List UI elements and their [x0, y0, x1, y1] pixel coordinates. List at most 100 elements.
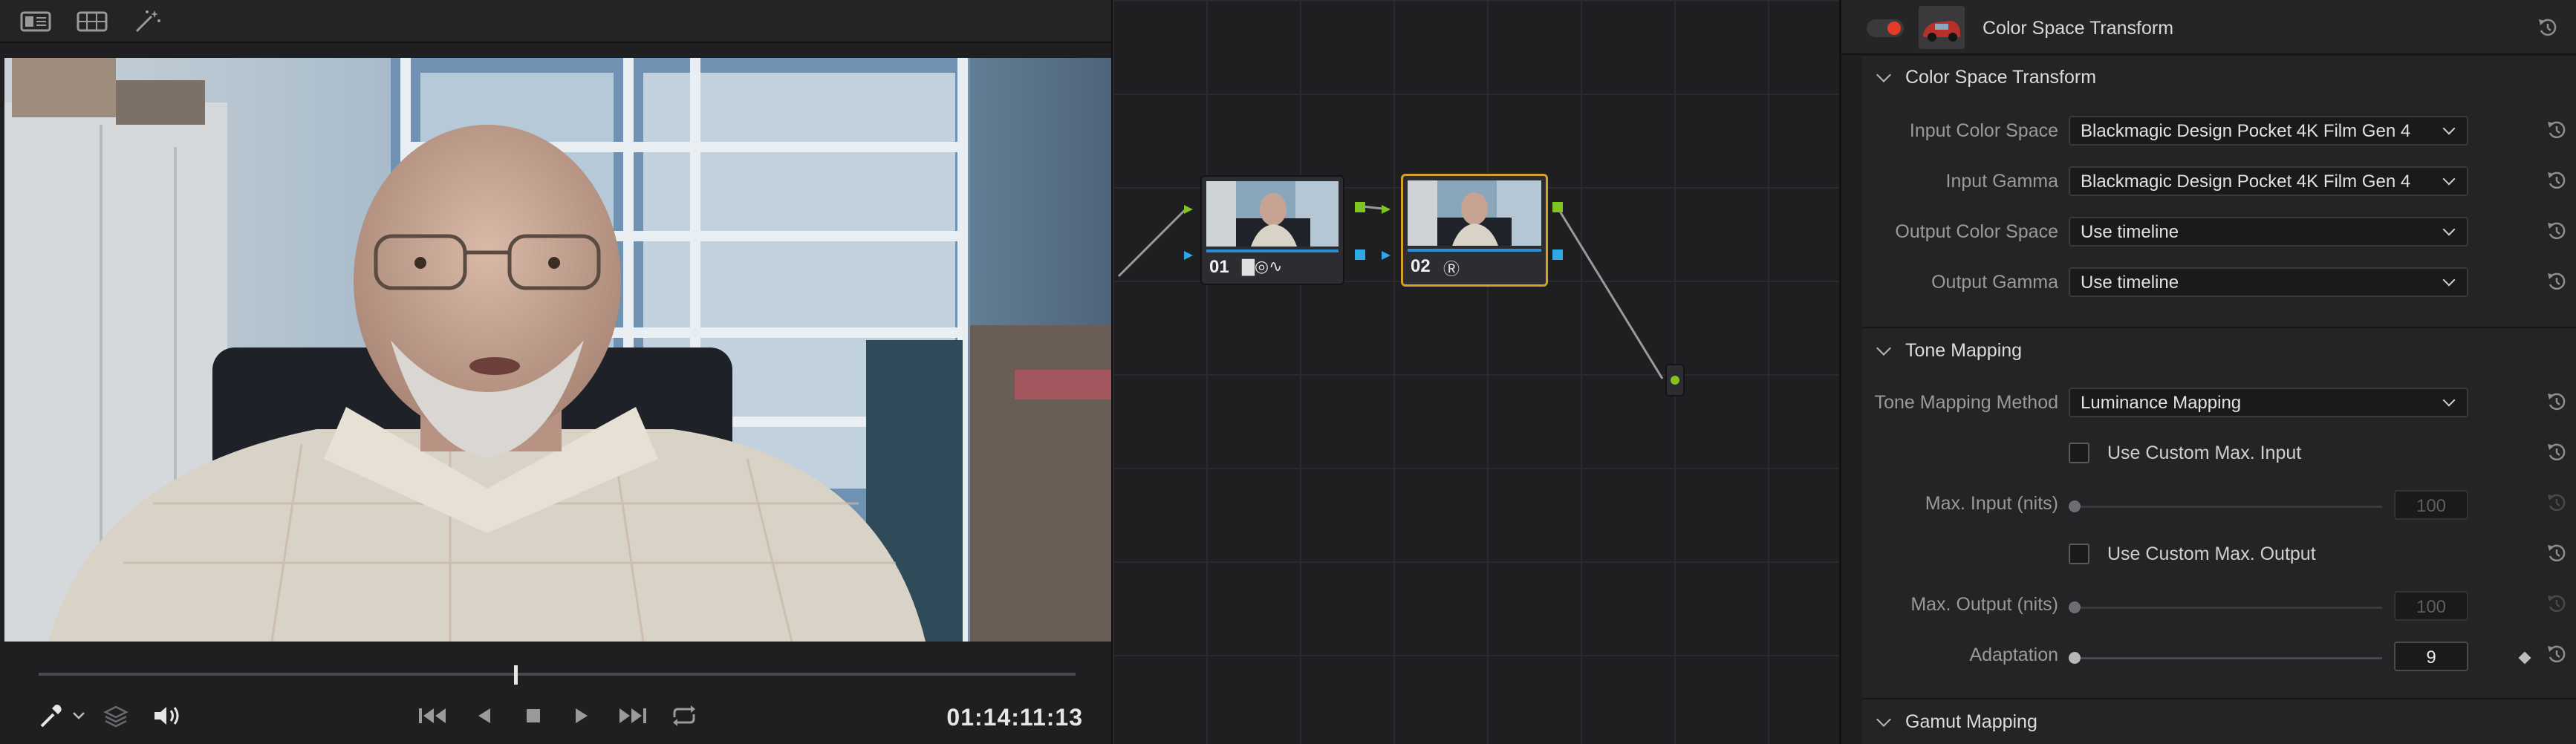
max-input-label: Max. Input (nits) — [1925, 493, 2058, 514]
reset-icon[interactable] — [2546, 542, 2568, 564]
max-output-slider-handle[interactable] — [2069, 601, 2081, 613]
step-back-icon[interactable] — [469, 698, 499, 734]
reset-icon[interactable] — [2546, 391, 2568, 413]
output-port[interactable] — [1671, 376, 1679, 385]
node-02[interactable]: 02 Ⓡ — [1401, 174, 1548, 287]
node-number: 02 — [1411, 256, 1431, 276]
input-gamma-label: Input Gamma — [1945, 171, 2058, 192]
output-color-space-dropdown[interactable]: Use timeline — [2069, 217, 2468, 247]
dropdown-value: Use timeline — [2081, 273, 2179, 293]
timeline-scrubber[interactable] — [39, 673, 1076, 676]
node-thumbnail — [1408, 180, 1541, 246]
node-02-key-output-port[interactable] — [1552, 249, 1563, 260]
magic-wand-icon[interactable] — [131, 9, 163, 34]
section-header-tone-mapping[interactable]: Tone Mapping — [1876, 340, 2023, 362]
output-gamma-dropdown[interactable]: Use timeline — [2069, 267, 2468, 297]
node-01-output-port[interactable] — [1355, 202, 1365, 212]
effect-thumbnail — [1919, 6, 1965, 49]
effect-toggle[interactable] — [1867, 19, 1904, 37]
chevron-down-icon — [2442, 122, 2456, 135]
section-title: Tone Mapping — [1905, 340, 2023, 361]
chevron-down-icon — [2442, 172, 2456, 186]
section-divider — [1862, 698, 2576, 699]
viewer-toolbar — [0, 0, 1111, 43]
chevron-down-icon — [2442, 273, 2456, 287]
chevron-down-icon — [1876, 67, 1891, 82]
chevron-down-icon — [1876, 340, 1891, 356]
chevron-down-icon — [1876, 711, 1891, 727]
node-connections — [1117, 205, 1664, 379]
eyedropper-icon[interactable] — [36, 698, 65, 734]
adaptation-slider-handle[interactable] — [2069, 652, 2081, 664]
inspector-panel: Color Space Transform Color Space Transf… — [1839, 0, 2576, 744]
playhead[interactable] — [514, 665, 518, 685]
inspector-title: Color Space Transform — [1983, 18, 2174, 39]
transport-controls — [0, 698, 1111, 744]
tone-mapping-method-label: Tone Mapping Method — [1874, 392, 2058, 413]
inspector-body: Color Space Transform Input Color Space … — [1862, 56, 2576, 744]
adaptation-label: Adaptation — [1969, 645, 2058, 665]
viewer-panel: 01:14:11:13 — [0, 0, 1111, 744]
node-tool-icons: ▇◎∿ — [1242, 257, 1283, 275]
max-output-slider[interactable] — [2078, 607, 2382, 609]
max-input-slider-handle[interactable] — [2069, 500, 2081, 512]
reset-icon[interactable] — [2537, 16, 2559, 42]
skip-to-end-icon[interactable] — [615, 698, 649, 734]
skip-to-start-icon[interactable] — [416, 698, 450, 734]
max-input-slider[interactable] — [2078, 506, 2382, 508]
node-01[interactable]: 01 ▇◎∿ — [1200, 175, 1344, 285]
input-gamma-dropdown[interactable]: Blackmagic Design Pocket 4K Film Gen 4 — [2069, 166, 2468, 196]
play-icon[interactable] — [566, 698, 596, 734]
reset-icon[interactable] — [2546, 441, 2568, 463]
section-header-cst[interactable]: Color Space Transform — [1876, 67, 2097, 88]
output-color-space-label: Output Color Space — [1895, 221, 2058, 242]
dropdown-value: Use timeline — [2081, 222, 2179, 242]
node-02-output-port[interactable] — [1552, 202, 1563, 212]
input-color-space-label: Input Color Space — [1909, 120, 2058, 141]
reset-icon[interactable] — [2546, 169, 2568, 192]
dropdown-value: Blackmagic Design Pocket 4K Film Gen 4 — [2081, 172, 2411, 192]
reset-icon[interactable] — [2546, 492, 2568, 514]
input-color-space-dropdown[interactable]: Blackmagic Design Pocket 4K Film Gen 4 — [2069, 116, 2468, 146]
video-frame[interactable] — [4, 58, 1111, 642]
output-node[interactable] — [1665, 364, 1685, 397]
reset-icon[interactable] — [2546, 643, 2568, 665]
stop-icon[interactable] — [518, 698, 548, 734]
loop-icon[interactable] — [667, 698, 701, 734]
speaker-icon[interactable] — [150, 698, 183, 734]
reset-icon[interactable] — [2546, 593, 2568, 615]
adaptation-field[interactable]: 9 — [2394, 642, 2468, 671]
dropdown-value: Luminance Mapping — [2081, 393, 2242, 413]
grid-viewer-icon[interactable] — [76, 9, 108, 34]
node-tool-icons: Ⓡ — [1443, 260, 1460, 278]
node-graph[interactable]: 01 ▇◎∿ 02 Ⓡ — [1111, 0, 1839, 744]
layers-icon[interactable] — [101, 698, 131, 734]
node-bar — [1408, 249, 1541, 252]
max-input-field[interactable]: 100 — [2394, 490, 2468, 520]
inspector-header: Color Space Transform — [1841, 0, 2576, 55]
keyframe-icon[interactable] — [2518, 651, 2531, 665]
dropdown-value: Blackmagic Design Pocket 4K Film Gen 4 — [2081, 121, 2411, 141]
use-custom-max-input-checkbox[interactable] — [2069, 443, 2089, 463]
section-title: Gamut Mapping — [1905, 711, 2037, 732]
chevron-down-icon[interactable] — [70, 698, 88, 734]
reset-icon[interactable] — [2546, 220, 2568, 242]
use-custom-max-input-label: Use Custom Max. Input — [2107, 443, 2302, 463]
max-output-label: Max. Output (nits) — [1910, 594, 2058, 615]
max-output-field[interactable]: 100 — [2394, 591, 2468, 621]
tone-mapping-method-dropdown[interactable]: Luminance Mapping — [2069, 388, 2468, 417]
chevron-down-icon — [2442, 223, 2456, 236]
toggle-knob — [1887, 22, 1901, 35]
reset-icon[interactable] — [2546, 270, 2568, 293]
section-title: Color Space Transform — [1905, 67, 2097, 88]
reset-icon[interactable] — [2546, 119, 2568, 141]
timecode: 01:14:11:13 — [946, 704, 1083, 731]
output-gamma-label: Output Gamma — [1931, 272, 2058, 293]
use-custom-max-output-checkbox[interactable] — [2069, 544, 2089, 564]
node-01-key-output-port[interactable] — [1355, 249, 1365, 260]
section-header-gamut-mapping[interactable]: Gamut Mapping — [1876, 711, 2037, 733]
single-viewer-icon[interactable] — [19, 9, 52, 34]
use-custom-max-output-label: Use Custom Max. Output — [2107, 544, 2316, 564]
node-number: 01 — [1209, 257, 1229, 277]
adaptation-slider[interactable] — [2078, 657, 2382, 659]
